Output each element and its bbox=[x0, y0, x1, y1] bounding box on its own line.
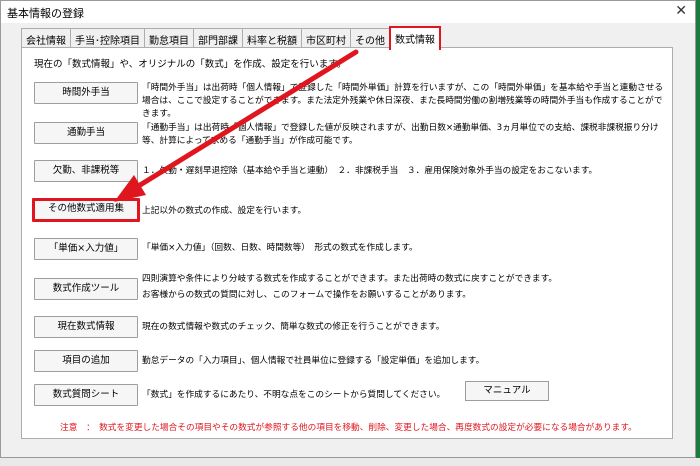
formula-tool-button[interactable]: 数式作成ツール bbox=[34, 278, 138, 300]
desktop-background-bottom bbox=[0, 458, 700, 466]
manual-button[interactable]: マニュアル bbox=[465, 381, 549, 401]
unit-price-input-desc: 「単価×入力値」（回数、日数、時間数等） 形式の数式を作成します。 bbox=[142, 243, 418, 253]
commute-allowance-desc: 「通勤手当」は出荷時「個人情報」で登録した値が反映されますが、出勤日数×通勤単価… bbox=[142, 123, 659, 146]
basic-info-window: 基本情報の登録 ✕ 会社情報 手当･控除項目 勤怠項目 部門部課 料率と税額 市… bbox=[0, 0, 696, 458]
absence-nontaxable-button[interactable]: 欠勤、非課税等 bbox=[34, 160, 138, 182]
overtime-allowance-desc: 「時間外手当」は出荷時「個人情報」で登録した「時間外単価」計算を行いますが、この… bbox=[142, 83, 664, 119]
tab-other[interactable]: その他 bbox=[350, 28, 390, 48]
absence-nontaxable-desc: １．欠勤・遅刻早退控除（基本給や手当と連動） ２．非課税手当 ３．雇用保険対象外… bbox=[142, 166, 598, 176]
tab-rates-taxes[interactable]: 料率と税額 bbox=[242, 28, 302, 48]
tab-formula-info[interactable]: 数式情報 bbox=[389, 26, 441, 50]
tab-company-info[interactable]: 会社情報 bbox=[21, 28, 71, 48]
overtime-allowance-button[interactable]: 時間外手当 bbox=[34, 82, 138, 104]
other-formulas-desc: 上記以外の数式の作成、設定を行います。 bbox=[142, 206, 307, 216]
warning-note: 注意 ： 数式を変更した場合その項目やその数式が参照する他の項目を移動、削除、変… bbox=[60, 423, 637, 433]
add-item-button[interactable]: 項目の追加 bbox=[34, 350, 138, 372]
current-formula-info-button[interactable]: 現在数式情報 bbox=[34, 316, 138, 338]
panel-intro-text: 現在の「数式情報」や、オリジナルの「数式」を作成、設定を行います。 bbox=[34, 59, 347, 70]
tab-attendance-items[interactable]: 勤怠項目 bbox=[144, 28, 194, 48]
tab-allowance-deduction[interactable]: 手当･控除項目 bbox=[70, 28, 145, 48]
tab-municipalities[interactable]: 市区町村 bbox=[301, 28, 351, 48]
formula-info-panel: 現在の「数式情報」や、オリジナルの「数式」を作成、設定を行います。 時間外手当 … bbox=[21, 47, 673, 439]
title-bar: 基本情報の登録 ✕ bbox=[1, 1, 695, 23]
tab-departments[interactable]: 部門部課 bbox=[193, 28, 243, 48]
current-formula-info-desc: 現在の数式情報や数式のチェック、簡単な数式の修正を行うことができます。 bbox=[142, 322, 445, 332]
commute-allowance-button[interactable]: 通勤手当 bbox=[34, 122, 138, 144]
other-formulas-button[interactable]: その他数式適用集 bbox=[32, 198, 140, 222]
window-title: 基本情報の登録 bbox=[7, 7, 84, 20]
formula-question-sheet-desc: 「数式」を作成するにあたり、不明な点をこのシートから質問してください。 bbox=[142, 390, 446, 400]
add-item-desc: 勤怠データの「入力項目」、個人情報で社員単位に登録する「設定単価」を追加します。 bbox=[142, 356, 485, 366]
formula-tool-desc: 四則演算や条件により分岐する数式を作成することができます。また出荷時の数式に戻す… bbox=[142, 274, 558, 300]
formula-question-sheet-button[interactable]: 数式質問シート bbox=[34, 384, 138, 406]
desktop-background-right bbox=[696, 0, 700, 466]
tab-strip: 会社情報 手当･控除項目 勤怠項目 部門部課 料率と税額 市区町村 その他 数式… bbox=[21, 26, 441, 50]
close-icon[interactable]: ✕ bbox=[675, 3, 687, 19]
unit-price-input-button[interactable]: 「単価×入力値」 bbox=[34, 238, 138, 260]
